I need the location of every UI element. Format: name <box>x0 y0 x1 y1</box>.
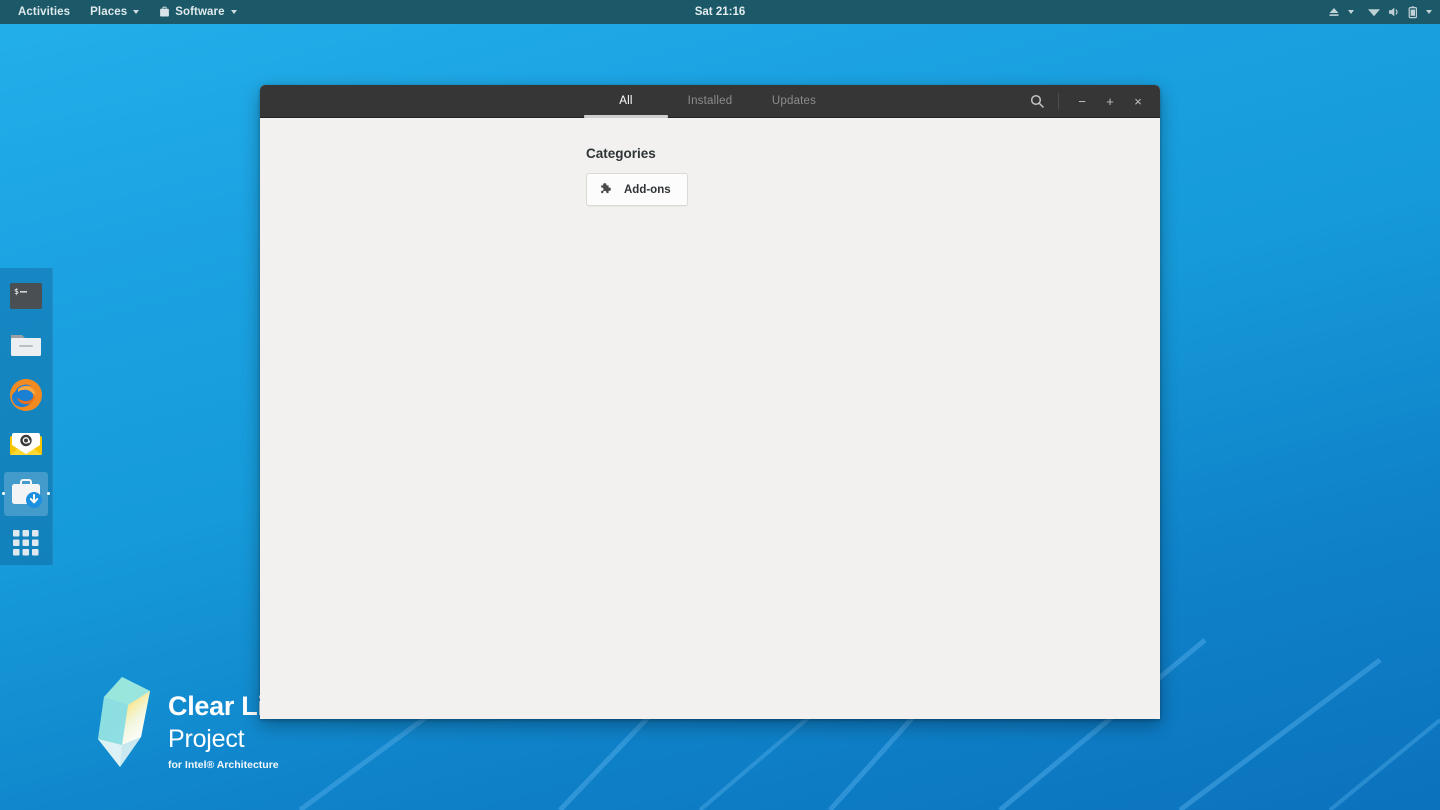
categories-heading: Categories <box>586 146 656 161</box>
controls-separator <box>1058 93 1059 109</box>
tab-installed[interactable]: Installed <box>668 85 752 118</box>
window-titlebar: All Installed Updates − + × <box>260 85 1160 118</box>
clear-linux-mark-icon <box>98 677 150 767</box>
tray-dropdown-icon[interactable] <box>1347 10 1354 14</box>
activities-button[interactable]: Activities <box>8 0 80 24</box>
window-controls: − + × <box>1023 85 1160 118</box>
search-button[interactable] <box>1023 85 1051 118</box>
software-app-window: All Installed Updates − + × Categories A… <box>260 85 1160 719</box>
folder-icon <box>11 335 41 357</box>
window-content: Categories Add-ons <box>260 118 1160 719</box>
svg-text:$: $ <box>14 287 19 296</box>
search-icon <box>1030 94 1044 108</box>
tab-updates[interactable]: Updates <box>752 85 836 118</box>
puzzle-piece-icon <box>601 183 611 194</box>
dock: $ <box>0 268 53 565</box>
close-button[interactable]: × <box>1124 85 1152 118</box>
activities-label: Activities <box>18 6 71 18</box>
tab-installed-label: Installed <box>687 95 733 107</box>
tab-all[interactable]: All <box>584 85 668 118</box>
chevron-down-icon <box>230 10 237 14</box>
gnome-top-bar: Activities Places Software Sat 21:16 <box>0 0 1440 24</box>
places-menu[interactable]: Places <box>80 0 149 24</box>
grid-apps-icon <box>13 530 39 556</box>
tab-updates-label: Updates <box>771 95 817 107</box>
dock-item-software[interactable] <box>2 472 50 516</box>
places-label: Places <box>90 6 128 18</box>
volume-icon[interactable] <box>1388 6 1401 18</box>
maximize-button[interactable]: + <box>1096 85 1124 118</box>
briefcase-icon <box>160 6 170 17</box>
logo-subtitle: Project <box>168 725 245 753</box>
terminal-icon: $ <box>10 282 42 309</box>
tab-all-label: All <box>619 95 633 107</box>
dock-item-mail[interactable] <box>4 423 48 467</box>
categories-list: Add-ons <box>586 173 1160 206</box>
firefox-icon <box>10 378 42 411</box>
system-tray <box>1328 0 1440 24</box>
mail-icon <box>10 433 42 456</box>
dock-item-terminal[interactable]: $ <box>4 274 48 318</box>
eject-icon[interactable] <box>1328 6 1340 18</box>
category-label-add-ons: Add-ons <box>624 183 671 196</box>
battery-icon[interactable] <box>1408 5 1418 19</box>
dock-item-show-apps[interactable] <box>4 522 48 566</box>
logo-tagline: for Intel® Architecture <box>168 759 279 771</box>
app-menu-label: Software <box>175 6 225 18</box>
dock-item-firefox[interactable] <box>4 373 48 417</box>
category-button-add-ons[interactable]: Add-ons <box>586 173 688 206</box>
dock-item-files[interactable] <box>4 324 48 368</box>
app-menu-software[interactable]: Software <box>149 0 246 24</box>
chevron-down-icon <box>133 10 140 14</box>
top-bar-left: Activities Places Software <box>0 0 247 24</box>
system-menu-dropdown-icon[interactable] <box>1425 10 1432 14</box>
desktop-screen: $ Clear Linux Project for Intel® Archite… <box>0 0 1440 810</box>
wifi-icon[interactable] <box>1367 6 1381 18</box>
minimize-button[interactable]: − <box>1068 85 1096 118</box>
software-briefcase-icon <box>12 478 42 508</box>
